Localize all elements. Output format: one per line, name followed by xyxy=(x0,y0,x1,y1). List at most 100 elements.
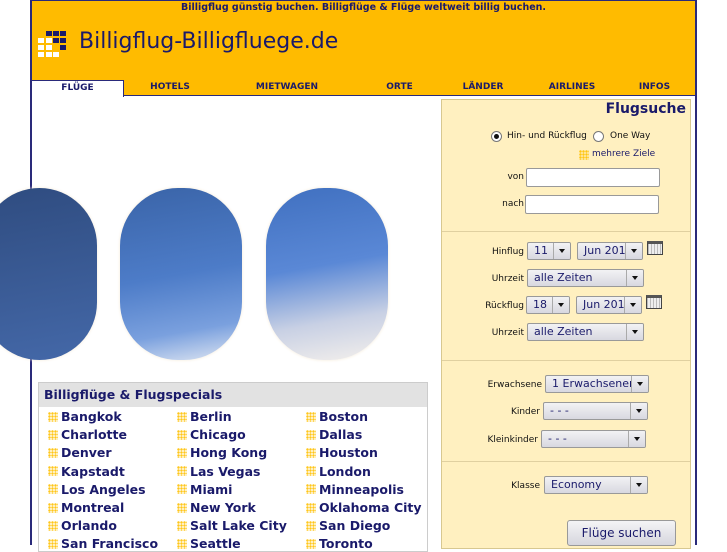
outbound-time-label: Uhrzeit xyxy=(491,274,524,284)
sky-window-image xyxy=(0,188,97,360)
infants-select[interactable]: - - - xyxy=(541,430,646,448)
bullet-icon xyxy=(579,150,589,160)
tab-airlines[interactable]: AIRLINES xyxy=(537,80,607,96)
city-link[interactable]: San Diego xyxy=(306,518,390,533)
roundtrip-label[interactable]: Hin- und Rückflug xyxy=(507,131,587,141)
city-link[interactable]: Bangkok xyxy=(48,409,122,424)
outbound-label: Hinflug xyxy=(491,247,524,257)
bullet-icon xyxy=(306,411,316,422)
bullet-icon xyxy=(48,484,58,495)
infants-label: Kleinkinder xyxy=(487,435,538,445)
city-link[interactable]: Charlotte xyxy=(48,427,127,442)
city-link[interactable]: Los Angeles xyxy=(48,482,146,497)
bullet-icon xyxy=(306,520,316,531)
city-link[interactable]: Minneapolis xyxy=(306,482,404,497)
outbound-time-select[interactable]: alle Zeiten xyxy=(527,269,644,287)
chevron-down-icon xyxy=(626,270,643,286)
divider xyxy=(442,231,690,232)
class-label: Klasse xyxy=(511,481,540,491)
bullet-icon xyxy=(306,502,316,513)
bullet-icon xyxy=(177,466,187,477)
chevron-down-icon xyxy=(552,297,569,313)
city-link[interactable]: Miami xyxy=(177,482,232,497)
chevron-down-icon xyxy=(625,243,642,259)
city-link[interactable]: London xyxy=(306,464,371,479)
outbound-day-select[interactable]: 11 xyxy=(527,242,571,260)
chevron-down-icon xyxy=(628,431,645,447)
search-flights-button[interactable]: Flüge suchen xyxy=(567,520,676,546)
city-link[interactable]: Seattle xyxy=(177,536,241,551)
main-nav: FLÜGE HOTELS MIETWAGEN ORTE LÄNDER AIRLI… xyxy=(32,80,695,97)
to-input[interactable] xyxy=(525,195,659,214)
bullet-icon xyxy=(177,484,187,495)
bullet-icon xyxy=(48,429,58,440)
city-link[interactable]: Kapstadt xyxy=(48,464,125,479)
city-link[interactable]: Salt Lake City xyxy=(177,518,287,533)
return-time-label: Uhrzeit xyxy=(491,328,524,338)
chevron-down-icon xyxy=(553,243,570,259)
chevron-down-icon xyxy=(630,403,647,419)
city-link[interactable]: Hong Kong xyxy=(177,445,267,460)
sky-window-image xyxy=(120,188,242,360)
tab-laender[interactable]: LÄNDER xyxy=(452,80,514,96)
bullet-icon xyxy=(177,411,187,422)
oneway-label[interactable]: One Way xyxy=(610,131,650,141)
chevron-down-icon xyxy=(631,376,648,392)
city-link[interactable]: San Francisco xyxy=(48,536,158,551)
city-link[interactable]: Chicago xyxy=(177,427,246,442)
specials-box: Billigflüge & Flugspecials Bangkok Berlin… xyxy=(38,382,428,552)
bullet-icon xyxy=(306,447,316,458)
tab-orte[interactable]: ORTE xyxy=(372,80,427,96)
bullet-icon xyxy=(48,538,58,549)
city-link[interactable]: Berlin xyxy=(177,409,232,424)
specials-title: Billigflüge & Flugspecials xyxy=(39,383,427,407)
city-link[interactable]: New York xyxy=(177,500,256,515)
from-input[interactable] xyxy=(526,168,660,187)
header: Billigflug günstig buchen. Billigflüge &… xyxy=(32,0,695,97)
city-link[interactable]: Boston xyxy=(306,409,368,424)
city-link[interactable]: Denver xyxy=(48,445,112,460)
city-link[interactable]: Orlando xyxy=(48,518,117,533)
bullet-icon xyxy=(48,466,58,477)
chevron-down-icon xyxy=(624,297,641,313)
site-name[interactable]: Billigflug-Billigfluege.de xyxy=(79,29,338,54)
bullet-icon xyxy=(48,411,58,422)
adults-label: Erwachsene xyxy=(487,380,542,390)
city-link[interactable]: Las Vegas xyxy=(177,464,260,479)
logo-icon xyxy=(38,31,66,59)
tab-infos[interactable]: INFOS xyxy=(627,80,682,96)
bullet-icon xyxy=(177,447,187,458)
bullet-icon xyxy=(48,520,58,531)
multi-destination-link[interactable]: mehrere Ziele xyxy=(592,149,655,159)
tab-hotels[interactable]: HOTELS xyxy=(132,80,208,96)
from-label: von xyxy=(507,172,524,182)
calendar-icon[interactable] xyxy=(646,295,662,309)
bullet-icon xyxy=(306,538,316,549)
chevron-down-icon xyxy=(630,477,647,493)
return-month-select[interactable]: Jun 201 xyxy=(576,296,642,314)
flight-search-panel: Flugsuche Hin- und Rückflug One Way mehr… xyxy=(441,99,691,549)
city-link[interactable]: Toronto xyxy=(306,536,373,551)
adults-select[interactable]: 1 Erwachsener xyxy=(545,375,649,393)
oneway-radio[interactable] xyxy=(593,131,604,142)
bullet-icon xyxy=(177,538,187,549)
city-link[interactable]: Oklahoma City xyxy=(306,500,422,515)
children-select[interactable]: - - - xyxy=(543,402,648,420)
tab-mietwagen[interactable]: MIETWAGEN xyxy=(242,80,332,96)
sky-window-image xyxy=(266,188,388,360)
city-link[interactable]: Montreal xyxy=(48,500,124,515)
roundtrip-radio[interactable] xyxy=(491,131,502,142)
return-day-select[interactable]: 18 xyxy=(526,296,570,314)
city-link[interactable]: Houston xyxy=(306,445,378,460)
tab-fluege[interactable]: FLÜGE xyxy=(32,80,124,97)
divider xyxy=(442,360,690,361)
bullet-icon xyxy=(177,429,187,440)
return-time-select[interactable]: alle Zeiten xyxy=(527,323,644,341)
to-label: nach xyxy=(502,199,524,209)
outbound-month-select[interactable]: Jun 201 xyxy=(577,242,643,260)
divider xyxy=(442,461,690,462)
children-label: Kinder xyxy=(510,407,540,417)
city-link[interactable]: Dallas xyxy=(306,427,362,442)
class-select[interactable]: Economy xyxy=(544,476,648,494)
calendar-icon[interactable] xyxy=(647,241,663,255)
